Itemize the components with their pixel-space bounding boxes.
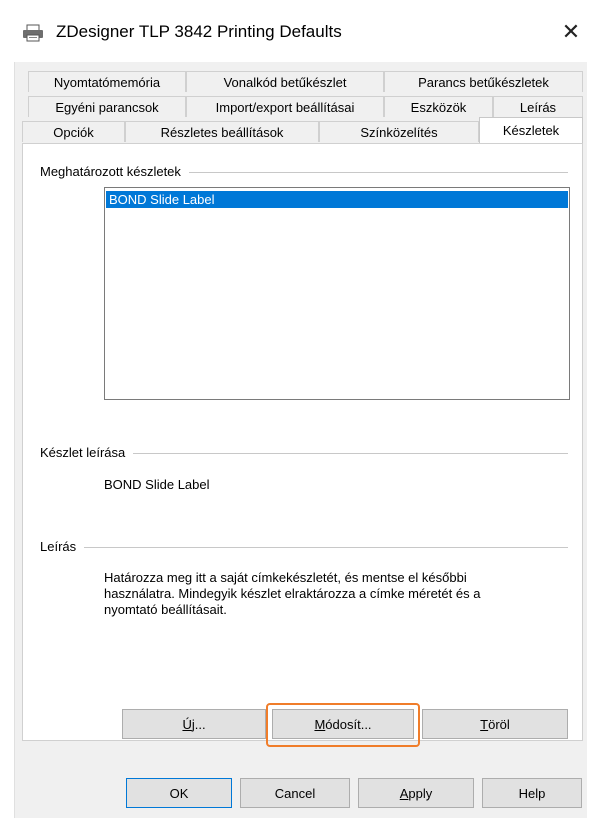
set-description-value: BOND Slide Label <box>104 477 210 492</box>
close-button[interactable]: ✕ <box>556 17 586 47</box>
tab-label: Opciók <box>53 124 94 140</box>
tab-options[interactable]: Opciók <box>22 121 125 142</box>
tab-label: Eszközök <box>410 99 467 115</box>
description-line-1: Határozza meg itt a saját címkekészletét… <box>104 570 467 585</box>
tab-advanced-settings[interactable]: Részletes beállítások <box>125 121 319 142</box>
tab-label: Készletek <box>502 123 560 138</box>
description-label: Leírás <box>40 539 85 554</box>
apply-button[interactable]: Apply <box>358 778 474 808</box>
cancel-button[interactable]: Cancel <box>240 778 350 808</box>
close-icon: ✕ <box>561 19 581 44</box>
delete-button[interactable]: Töröl <box>422 709 568 739</box>
title-bar: ZDesigner TLP 3842 Printing Defaults ✕ <box>0 0 590 62</box>
group-divider <box>40 547 568 548</box>
apply-button-label: Apply <box>399 785 433 801</box>
tab-label: Nyomtatómemória <box>53 74 161 90</box>
modify-button-label: Módosít... <box>314 716 372 732</box>
ok-button[interactable]: OK <box>126 778 232 808</box>
new-button[interactable]: Új... <box>122 709 266 739</box>
tab-label: Részletes beállítások <box>160 124 284 140</box>
ok-button-label: OK <box>169 785 189 801</box>
tab-label: Leírás <box>519 99 557 115</box>
defined-sets-label: Meghatározott készletek <box>40 164 189 179</box>
tab-label: Színközelítés <box>360 124 438 140</box>
tab-label: Egyéni parancsok <box>55 99 159 115</box>
tab-printer-memory[interactable]: Nyomtatómemória <box>28 71 186 92</box>
tab-dithering[interactable]: Színközelítés <box>319 121 479 142</box>
delete-button-label: Töröl <box>480 716 510 732</box>
description-line-2: használatra. Mindegyik készlet elraktáro… <box>104 586 481 601</box>
description-line-3: nyomtató beállításait. <box>104 602 227 617</box>
sets-listbox[interactable]: BOND Slide Label <box>104 187 570 400</box>
help-button[interactable]: Help <box>482 778 582 808</box>
tab-label: Vonalkód betűkészlet <box>223 74 347 90</box>
list-item[interactable]: BOND Slide Label <box>106 191 568 208</box>
window-title: ZDesigner TLP 3842 Printing Defaults <box>56 22 342 41</box>
tab-tools[interactable]: Eszközök <box>384 96 493 117</box>
cancel-button-label: Cancel <box>274 785 316 801</box>
tab-label: Parancs betűkészletek <box>418 74 549 90</box>
tab-command-fonts[interactable]: Parancs betűkészletek <box>384 71 583 92</box>
modify-button[interactable]: Módosít... <box>272 709 414 739</box>
tab-import-export[interactable]: Import/export beállításai <box>186 96 384 117</box>
tab-barcode-font[interactable]: Vonalkód betűkészlet <box>186 71 384 92</box>
set-description-label: Készlet leírása <box>40 445 134 460</box>
tab-custom-commands[interactable]: Egyéni parancsok <box>28 96 186 117</box>
tab-label: Import/export beállításai <box>215 99 355 115</box>
help-button-label: Help <box>518 785 546 801</box>
tab-about[interactable]: Leírás <box>493 96 583 117</box>
tab-stocks[interactable]: Készletek <box>479 117 583 143</box>
new-button-label: Új... <box>182 716 206 732</box>
printer-icon <box>23 24 43 42</box>
